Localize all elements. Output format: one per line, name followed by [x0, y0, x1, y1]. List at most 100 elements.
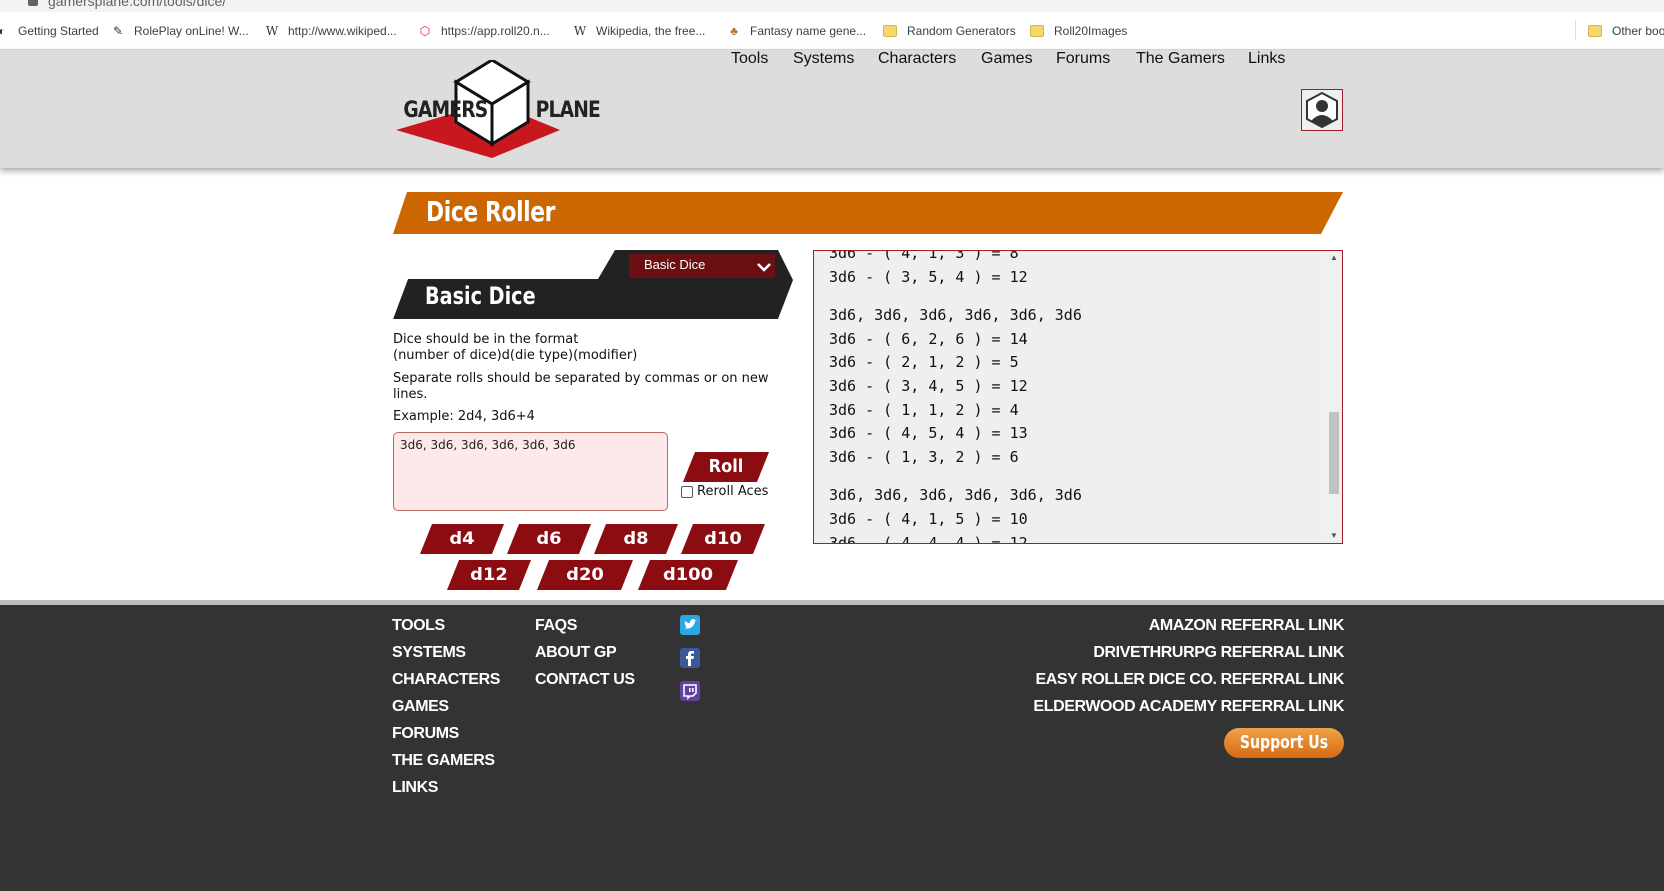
wikipedia-icon: W	[573, 24, 587, 38]
dice-type-select-value: Basic Dice	[644, 257, 706, 272]
page-title-banner: Dice Roller	[393, 192, 1343, 234]
support-us-button[interactable]: Support Us	[1224, 728, 1344, 758]
footer-link-contact-us[interactable]: CONTACT US	[535, 671, 635, 689]
footer-amazon-referral[interactable]: AMAZON REFERRAL LINK	[1149, 617, 1345, 635]
die-button-d20[interactable]: d20	[537, 560, 633, 590]
logo-word-gamers: GAMERS	[403, 98, 488, 123]
lock-icon	[28, 0, 38, 6]
wikipedia-icon: W	[265, 24, 279, 38]
footer-link-links[interactable]: LINKS	[392, 779, 438, 797]
die-button-label: d6	[536, 529, 562, 549]
chevron-down-icon	[757, 263, 771, 272]
bookmark-separator	[1575, 20, 1576, 40]
die-button-label: d8	[623, 529, 649, 549]
reroll-aces-checkbox[interactable]	[681, 485, 693, 498]
facebook-glyph	[686, 651, 694, 666]
die-button-label: d12	[470, 565, 508, 585]
twitch-glyph	[683, 684, 697, 700]
page-root: gamersplane.com/tools/dice/ ◐ Getting Sta…	[0, 0, 1664, 891]
nav-characters[interactable]: Characters	[878, 50, 956, 68]
instructions-line-4: lines.	[393, 387, 428, 402]
result-line: 3d6 - ( 4, 5, 4 ) = 13	[829, 424, 1028, 443]
footer-link-faqs[interactable]: FAQS	[535, 617, 577, 635]
browser-address-bar[interactable]: gamersplane.com/tools/dice/	[0, 0, 1664, 12]
roll20-icon: ⬡	[419, 24, 431, 38]
globe-icon: ◐	[0, 24, 6, 38]
scroll-up-icon[interactable]: ▲	[1326, 251, 1342, 265]
die-button-d6[interactable]: d6	[507, 524, 591, 554]
reroll-aces-label: Reroll Aces	[697, 484, 769, 499]
logo-word-plane: PLANE	[535, 98, 601, 123]
result-line: 3d6, 3d6, 3d6, 3d6, 3d6, 3d6	[829, 306, 1082, 325]
instructions-line-2: (number of dice)d(die type)(modifier)	[393, 348, 638, 363]
dice-input[interactable]: 3d6, 3d6, 3d6, 3d6, 3d6, 3d6	[393, 432, 668, 511]
footer-link-games[interactable]: GAMES	[392, 698, 449, 716]
result-line: 3d6 - ( 4, 1, 3 ) = 8	[829, 250, 1019, 262]
result-line: 3d6 - ( 3, 5, 4 ) = 12	[829, 267, 1028, 286]
section-title: Basic Dice	[425, 282, 536, 310]
address-url[interactable]: gamersplane.com/tools/dice/	[48, 0, 226, 9]
bookmark-random-generators[interactable]: Random Generators	[883, 22, 1016, 40]
result-line: 3d6 - ( 1, 3, 2 ) = 6	[829, 447, 1019, 466]
die-button-label: d4	[449, 529, 475, 549]
bookmark-wikipedia-2[interactable]: W Wikipedia, the free...	[572, 22, 706, 40]
roll-results-panel[interactable]: 3d6 - ( 4, 1, 3 ) = 8 3d6 - ( 3, 5, 4 ) …	[813, 250, 1343, 544]
results-scrollbar[interactable]: ▲ ▼	[1326, 251, 1342, 543]
twitch-icon[interactable]	[680, 681, 700, 701]
bookmark-wikipedia-1[interactable]: Whttp://www.wikiped...	[264, 22, 397, 40]
user-menu-button[interactable]	[1301, 89, 1343, 131]
bookmarks-bar: ◐ Getting Started ✎ RolePlay onLine! W... …	[0, 12, 1664, 50]
scrollbar-thumb[interactable]	[1329, 412, 1339, 494]
folder-icon	[1030, 25, 1044, 37]
nav-tools[interactable]: Tools	[731, 50, 768, 68]
bookmark-other[interactable]: Other boo	[1588, 22, 1664, 40]
result-line: 3d6 - ( 1, 1, 2 ) = 4	[829, 400, 1019, 419]
palm-icon: ♣	[730, 24, 738, 38]
user-avatar-icon	[1306, 91, 1338, 129]
instructions-line-3: Separate rolls should be separated by co…	[393, 371, 769, 386]
bookmark-rpol[interactable]: ✎ RolePlay onLine! W...	[110, 22, 249, 40]
nav-the-gamers[interactable]: The Gamers	[1136, 50, 1225, 68]
footer-link-systems[interactable]: SYSTEMS	[392, 644, 466, 662]
site-header: GAMERS PLANE Tools Systems Characters Ga…	[0, 50, 1664, 168]
twitter-glyph	[684, 619, 697, 629]
footer-link-about-gp[interactable]: ABOUT GP	[535, 644, 617, 662]
result-line: 3d6 - ( 4, 4, 4 ) = 12	[829, 533, 1028, 544]
bookmark-roll20images[interactable]: Roll20Images	[1030, 22, 1127, 40]
facebook-icon[interactable]	[680, 648, 700, 668]
footer-elderwood-referral[interactable]: ELDERWOOD ACADEMY REFERRAL LINK	[1033, 698, 1344, 716]
bookmark-fantasy-names[interactable]: ♣ Fantasy name gene...	[726, 22, 866, 40]
result-line: 3d6 - ( 3, 4, 5 ) = 12	[829, 376, 1028, 395]
gamersplane-logo[interactable]: GAMERS PLANE	[396, 58, 601, 160]
scroll-down-icon[interactable]: ▼	[1326, 529, 1342, 543]
site-footer: TOOLS SYSTEMS CHARACTERS GAMES FORUMS TH…	[0, 600, 1664, 891]
roll-button[interactable]: Roll	[683, 452, 769, 482]
die-button-d4[interactable]: d4	[420, 524, 504, 554]
page-title: Dice Roller	[426, 195, 556, 228]
nav-links[interactable]: Links	[1248, 50, 1285, 68]
die-button-d8[interactable]: d8	[594, 524, 678, 554]
footer-link-the-gamers[interactable]: THE GAMERS	[392, 752, 495, 770]
reroll-aces-option[interactable]: Reroll Aces	[681, 484, 768, 499]
die-button-d12[interactable]: d12	[447, 560, 531, 590]
nav-forums[interactable]: Forums	[1056, 50, 1110, 68]
footer-drivethrurpg-referral[interactable]: DRIVETHRURPG REFERRAL LINK	[1093, 644, 1344, 662]
die-button-label: d10	[704, 529, 742, 549]
instructions-line-1: Dice should be in the format	[393, 332, 579, 347]
nav-games[interactable]: Games	[981, 50, 1033, 68]
footer-easy-roller-referral[interactable]: EASY ROLLER DICE CO. REFERRAL LINK	[1035, 671, 1344, 689]
roll-results-list: 3d6 - ( 4, 1, 3 ) = 8 3d6 - ( 3, 5, 4 ) …	[829, 250, 1309, 544]
result-gap	[829, 469, 1309, 484]
footer-link-forums[interactable]: FORUMS	[392, 725, 459, 743]
roll-button-label: Roll	[708, 456, 744, 477]
nav-systems[interactable]: Systems	[793, 50, 854, 68]
bookmark-getting-started[interactable]: ◐ Getting Started	[0, 22, 99, 40]
die-button-d10[interactable]: d10	[681, 524, 765, 554]
support-us-label: Support Us	[1239, 732, 1329, 753]
footer-link-characters[interactable]: CHARACTERS	[392, 671, 500, 689]
die-button-d100[interactable]: d100	[638, 560, 738, 590]
twitter-icon[interactable]	[680, 615, 700, 635]
die-button-label: d20	[566, 565, 604, 585]
bookmark-roll20[interactable]: ⬡ https://app.roll20.n...	[417, 22, 550, 40]
footer-link-tools[interactable]: TOOLS	[392, 617, 445, 635]
